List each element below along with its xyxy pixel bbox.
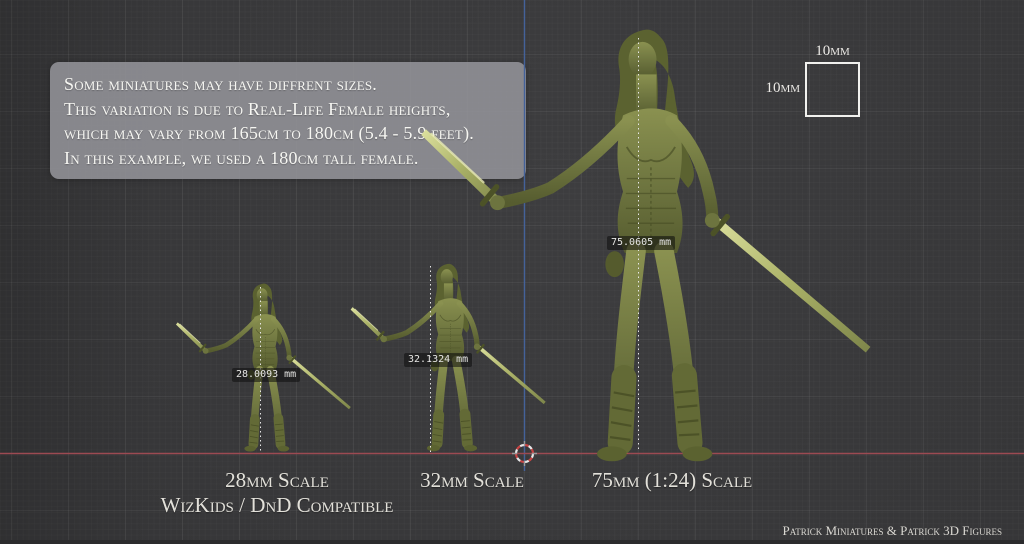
blender-viewport-window: Some miniatures may have diffrent sizes.… [0,0,1024,544]
scale-label-32mm: 32mm Scale [420,468,524,493]
bottom-strip [0,540,1024,544]
scale-label-75mm: 75mm (1:24) Scale [592,468,752,493]
measurement-28mm: 28.0093 mm [232,368,300,382]
measurement-75mm: 75.0605 mm [607,236,675,250]
footer-credit: Patrick Miniatures & Patrick 3D Figures [782,523,1002,539]
info-line-2: This variation is due to Real-Life Femal… [64,97,526,122]
info-line-3: which may vary from 165cm to 180cm (5.4 … [64,121,526,146]
scale-sublabel-wizkids: WizKids / DnD Compatible [161,493,394,518]
reference-square-top-label: 10mm [805,43,860,60]
info-line-1: Some miniatures may have diffrent sizes. [64,72,526,97]
scale-label-28mm: 28mm Scale [225,468,329,493]
reference-square-10mm [805,62,860,117]
measurement-32mm: 32.1324 mm [404,353,472,367]
reference-square-side-label: 10mm [758,80,800,97]
